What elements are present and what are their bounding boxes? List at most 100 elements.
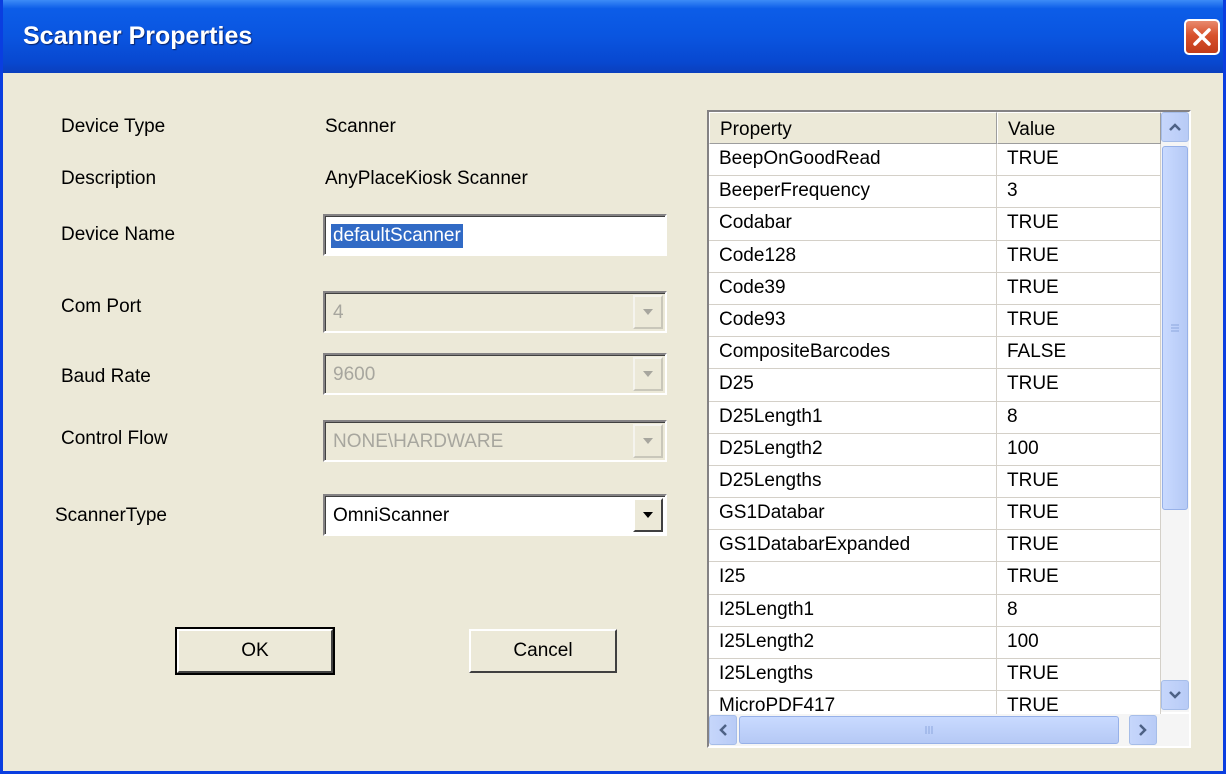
grip-icon [1171,324,1179,332]
dropdown-arrow-icon [643,512,653,518]
baud-rate-select: 9600 [323,353,667,395]
property-value-cell[interactable]: 100 [997,626,1161,659]
grid-row[interactable]: D25Lengths TRUE [709,465,1161,499]
property-value-cell[interactable]: TRUE [997,465,1161,499]
scanner-type-label: ScannerType [55,505,167,526]
control-flow-dropdown-button [633,424,663,458]
property-value-cell[interactable]: TRUE [997,369,1161,402]
control-flow-select: NONE\HARDWARE [323,420,667,462]
scanner-type-dropdown-button[interactable] [633,498,663,532]
vertical-scrollbar[interactable] [1161,112,1189,712]
grid-row[interactable]: I25Lengths TRUE [709,659,1161,692]
com-port-value: 4 [333,302,344,323]
chevron-left-icon [719,724,727,736]
device-type-value: Scanner [325,116,396,137]
grid-row[interactable]: GS1DatabarExpanded TRUE [709,530,1161,563]
grid-row[interactable]: CompositeBarcodes FALSE [709,337,1161,370]
description-value: AnyPlaceKiosk Scanner [325,168,528,189]
com-port-select: 4 [323,291,667,333]
grid-header: Property Value [709,112,1161,144]
scroll-right-button[interactable] [1129,715,1157,745]
close-button[interactable] [1184,19,1220,55]
grid-row[interactable]: GS1Databar TRUE [709,498,1161,531]
property-value-cell[interactable]: TRUE [997,272,1161,305]
horizontal-scroll-thumb[interactable] [739,716,1119,744]
grid-row[interactable]: D25Length2 100 [709,433,1161,466]
grid-row[interactable]: Codabar TRUE [709,208,1161,241]
property-name-cell[interactable]: BeeperFrequency [709,176,997,209]
column-header-property[interactable]: Property [709,112,997,144]
property-value-cell[interactable]: FALSE [997,337,1161,370]
property-name-cell[interactable]: GS1DatabarExpanded [709,530,997,563]
baud-rate-label: Baud Rate [61,366,151,387]
horizontal-scrollbar[interactable] [709,714,1189,746]
window-title: Scanner Properties [23,22,253,50]
grid-row[interactable]: Code128 TRUE [709,240,1161,273]
grid-row[interactable]: BeepOnGoodRead TRUE [709,144,1161,177]
scanner-type-value: OmniScanner [333,505,450,526]
description-label: Description [61,168,157,189]
device-name-label: Device Name [61,224,176,245]
baud-rate-value: 9600 [333,364,376,385]
title-bar[interactable]: Scanner Properties [3,0,1223,73]
property-value-cell[interactable]: TRUE [997,240,1161,273]
device-name-value: defaultScanner [331,224,463,248]
property-value-cell[interactable]: TRUE [997,304,1161,338]
grid-row[interactable]: Code93 TRUE [709,304,1161,338]
grip-icon [925,726,933,734]
grid-row[interactable]: D25Length1 8 [709,401,1161,434]
grid-row[interactable]: I25Length1 8 [709,594,1161,627]
dropdown-arrow-icon [643,309,653,315]
scroll-left-button[interactable] [709,715,737,745]
com-port-dropdown-button [633,295,663,329]
chevron-down-icon [1169,691,1181,699]
property-name-cell[interactable]: Codabar [709,208,997,241]
property-value-cell[interactable]: 3 [997,176,1161,209]
dropdown-arrow-icon [643,371,653,377]
property-name-cell[interactable]: I25Lengths [709,659,997,692]
scanner-properties-dialog: Scanner Properties Device Type Scanner D… [0,0,1226,774]
scroll-down-button[interactable] [1161,680,1189,710]
property-name-cell[interactable]: Code128 [709,240,997,273]
property-value-cell[interactable]: TRUE [997,562,1161,595]
property-name-cell[interactable]: BeepOnGoodRead [709,144,997,177]
grid-row[interactable]: D25 TRUE [709,369,1161,402]
property-value-cell[interactable]: 8 [997,401,1161,434]
grid-row[interactable]: BeeperFrequency 3 [709,176,1161,209]
grid-row[interactable]: I25Length2 100 [709,626,1161,659]
property-name-cell[interactable]: I25Length2 [709,626,997,659]
grid-row[interactable]: I25 TRUE [709,562,1161,595]
property-name-cell[interactable]: Code39 [709,272,997,305]
chevron-right-icon [1139,724,1147,736]
property-value-cell[interactable]: TRUE [997,144,1161,177]
property-name-cell[interactable]: D25Lengths [709,465,997,499]
property-value-cell[interactable]: 8 [997,594,1161,627]
property-name-cell[interactable]: I25Length1 [709,594,997,627]
property-name-cell[interactable]: GS1Databar [709,498,997,531]
column-header-value[interactable]: Value [997,112,1161,144]
property-value-cell[interactable]: TRUE [997,530,1161,563]
baud-rate-dropdown-button [633,357,663,391]
close-icon [1193,28,1211,46]
scanner-type-select[interactable]: OmniScanner [323,494,667,536]
grid-row[interactable]: Code39 TRUE [709,272,1161,305]
chevron-up-icon [1169,123,1181,131]
property-name-cell[interactable]: Code93 [709,304,997,338]
property-grid[interactable]: Property Value BeepOnGoodRead TRUE BeeperF… [707,110,1191,748]
property-value-cell[interactable]: TRUE [997,498,1161,531]
property-name-cell[interactable]: D25 [709,369,997,402]
property-name-cell[interactable]: CompositeBarcodes [709,337,997,370]
property-value-cell[interactable]: 100 [997,433,1161,466]
scroll-up-button[interactable] [1161,112,1189,142]
property-value-cell[interactable]: TRUE [997,208,1161,241]
property-name-cell[interactable]: D25Length1 [709,401,997,434]
ok-button[interactable]: OK [175,627,335,675]
cancel-button[interactable]: Cancel [469,629,617,673]
property-name-cell[interactable]: D25Length2 [709,433,997,466]
com-port-label: Com Port [61,296,142,317]
property-value-cell[interactable]: TRUE [997,659,1161,692]
device-name-field[interactable]: defaultScanner [323,214,667,256]
vertical-scroll-thumb[interactable] [1162,146,1188,510]
property-name-cell[interactable]: I25 [709,562,997,595]
control-flow-value: NONE\HARDWARE [333,431,504,452]
